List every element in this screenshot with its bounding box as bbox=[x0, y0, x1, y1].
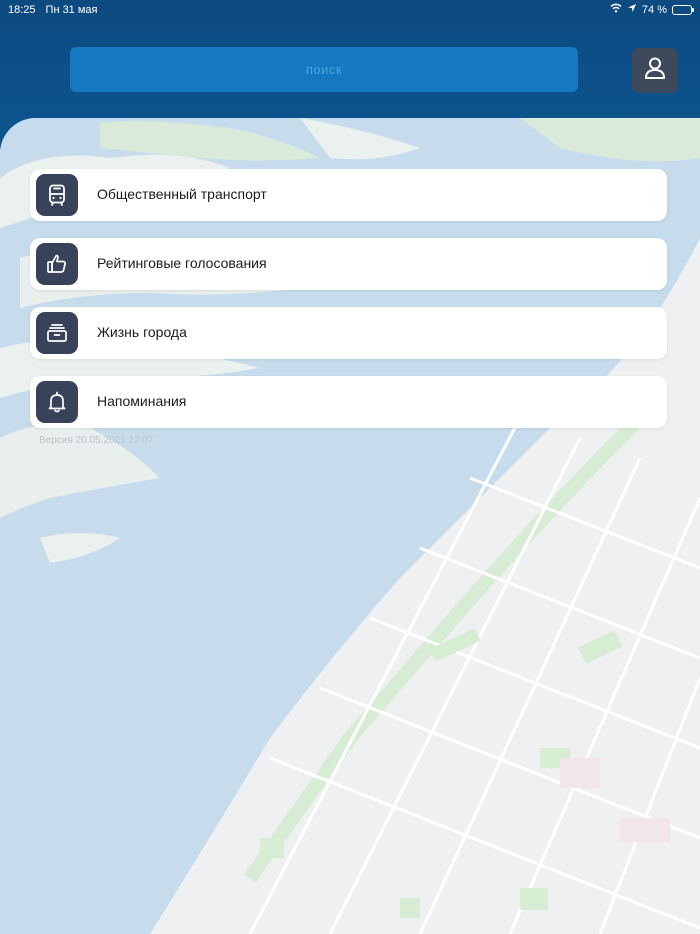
profile-button[interactable] bbox=[632, 48, 678, 93]
menu-item-label: Рейтинговые голосования bbox=[97, 255, 267, 271]
user-icon bbox=[642, 55, 668, 86]
wifi-icon bbox=[610, 3, 622, 16]
menu-item-city-life[interactable]: Жизнь города bbox=[30, 307, 667, 359]
status-date: Пн 31 мая bbox=[45, 4, 98, 16]
location-arrow-icon bbox=[627, 3, 637, 16]
bus-icon bbox=[36, 174, 78, 216]
menu-item-label: Общественный транспорт bbox=[97, 186, 267, 202]
status-bar: 18:25 Пн 31 мая 74 % bbox=[0, 0, 700, 20]
status-time: 18:25 bbox=[8, 4, 36, 16]
bell-icon bbox=[36, 381, 78, 423]
menu-item-label: Напоминания bbox=[97, 393, 187, 409]
search-input[interactable] bbox=[70, 47, 578, 92]
app-version: Версия 20.05.2021 12:07 bbox=[39, 435, 154, 446]
menu-item-rating-votes[interactable]: Рейтинговые голосования bbox=[30, 238, 667, 290]
archive-box-icon bbox=[36, 312, 78, 354]
battery-percent: 74 % bbox=[641, 3, 667, 16]
menu-item-reminders[interactable]: Напоминания bbox=[30, 376, 667, 428]
menu-item-label: Жизнь города bbox=[97, 324, 187, 340]
battery-icon bbox=[672, 4, 694, 15]
menu-item-public-transport[interactable]: Общественный транспорт bbox=[30, 169, 667, 221]
thumbs-up-icon bbox=[36, 243, 78, 285]
